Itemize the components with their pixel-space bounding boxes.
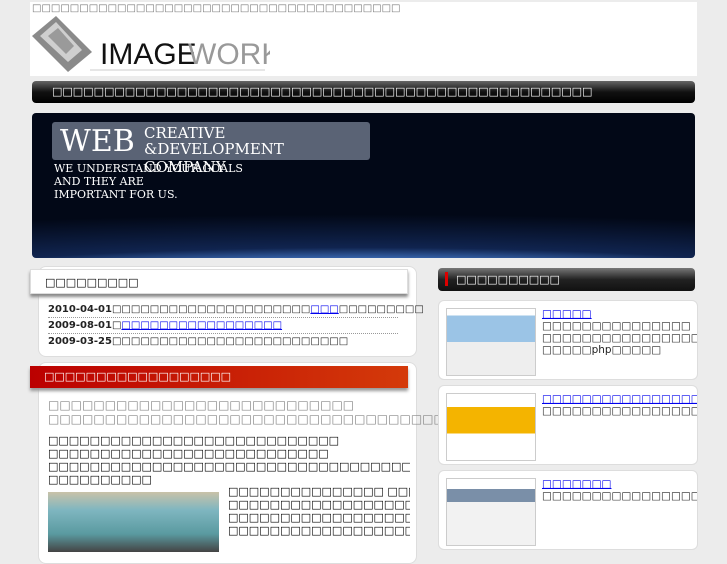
news-date: 2009-08-01 <box>48 320 112 331</box>
news-date: 2009-03-25 <box>48 336 112 347</box>
about-text: □□□□□□□□□□□□□□□□□□□□□□□□□□□□□□ <box>228 524 410 537</box>
works-title: □□□□□□□□□□ <box>456 273 560 286</box>
news-text: □□□□□□□□□□□□□□□□□□□□□ <box>111 304 311 315</box>
work-item: □□□□□□□□□□□□□□□□□□□□□□□□□□□□□□□□□□□□□□□□… <box>438 470 698 550</box>
about-heading: □□□□□□□□□□□□□□□□□□ <box>30 366 408 388</box>
news-item: 2009-03-25□□□□□□□□□□□□□□□□□□□□□□□□□ <box>48 334 398 349</box>
work-description: □□□□□□□□□□□□□□□□1□□□□□□□□□□□□□□□□□□□□□□□… <box>542 405 697 417</box>
news-text: □ <box>111 320 122 331</box>
svg-text:IMAGE: IMAGE <box>100 38 197 71</box>
news-text: □□□□□□□□□ <box>338 304 424 315</box>
about-text: □□□□□□□□□□□□□□□□□□□□□□□□□□□□ <box>48 434 340 447</box>
news-item: 2010-04-01□□□□□□□□□□□□□□□□□□□□□□□□□□□□□□… <box>48 302 424 318</box>
news-item: 2009-08-01□□□□□□□□□□□□□□□□□□ <box>48 318 398 334</box>
about-text: □□□□□□□□□□□□□□□□□□□□□□□□□□□ □□□□ <box>228 511 410 524</box>
work-thumbnail[interactable] <box>446 308 536 376</box>
banner-title-box: WEB CREATIVE &DEVELOPMENT COMPANY <box>52 122 370 176</box>
news-text: □□□□□□□□□□□□□□□□□□□□□□□□□ <box>111 336 349 347</box>
banner-tagline-2: AND THEY ARE <box>54 175 144 188</box>
tagline: □□□□□□□□□□□□□□□□□□□□□□□□□□□□□□□□□□□□□□□ <box>32 3 401 14</box>
banner-tagline-3: IMPORTANT FOR US. <box>54 188 178 201</box>
office-photo <box>48 492 219 552</box>
accent-bar <box>445 272 448 286</box>
about-text: □□□□□□□□□□□□□□□□□□□□□□□□□□□□□□ <box>228 498 410 511</box>
work-description: □□□□□□□□□□□□□□□□□□□□□□□□□□□□□□□□□□□□□□□□… <box>542 490 697 502</box>
work-item: □□□□□ □□□□□□□□□□□□□□□ □□□□□□□□□□□□□□□ □□□□… <box>438 300 698 380</box>
work-description: □□□□□□□□□□□□□□□ □□□□□□□□□□□□□□□□□□□□□□□□… <box>542 320 697 356</box>
site-header: □□□□□□□□□□□□□□□□□□□□□□□□□□□□□□□□□□□□□□□ … <box>30 2 697 76</box>
banner-tagline-1: WE UNDERSTAND YOUR GOALS <box>54 162 243 175</box>
work-link[interactable]: □□□□□□□□□□□□□□□□□□ <box>542 393 697 405</box>
about-text: □□□□□□□□□□ <box>48 473 152 486</box>
about-lead: □□□□□□□□□□□□□□□□□□□□□□□□□□□□□□□□□□□□□□ <box>48 412 479 426</box>
work-thumbnail[interactable] <box>446 393 536 461</box>
logo-icon: IMAGE WORKS <box>32 16 301 72</box>
svg-text:WORKS: WORKS <box>188 38 270 71</box>
news-date: 2010-04-01 <box>48 304 112 315</box>
about-text: □□□□□□□□□□□□□□□□□□□□□□□□□□□ <box>48 447 329 460</box>
works-heading: □□□□□□□□□□ <box>438 268 695 291</box>
about-text: □□□□□□□□□□□□□□□□□□□□□□□□□□□□□□□□□□□□□□□□… <box>48 460 410 473</box>
main-nav[interactable]: □□□□□□□□□□□□□□□□□□□□□□□□□□□□□□□□□□□□□□□□… <box>32 81 695 103</box>
banner-web: WEB <box>60 124 135 159</box>
work-thumbnail[interactable] <box>446 478 536 546</box>
about-lead: □□□□□□□□□□□□□□□□□□□□□□□□□□□ <box>48 398 355 412</box>
hero-banner: WEB CREATIVE &DEVELOPMENT COMPANY WE UND… <box>32 113 695 258</box>
news-link[interactable]: □□□□□□□□□□□□□□□□□ <box>121 320 282 331</box>
news-heading: □□□□□□□□□ <box>30 269 408 294</box>
logo[interactable]: IMAGE WORKS <box>30 14 301 74</box>
work-link[interactable]: □□□□□□□ <box>542 478 611 490</box>
news-link[interactable]: □□□ <box>310 304 338 315</box>
work-link[interactable]: □□□□□ <box>542 308 592 320</box>
work-item: □□□□□□□□□□□□□□□□□□□□□□□□□□□□□□□□□□1□□□□□… <box>438 385 698 465</box>
about-text: □□□□□□□□□□□□□□□ □□□□□□□□□□□□□□ <box>228 485 410 498</box>
